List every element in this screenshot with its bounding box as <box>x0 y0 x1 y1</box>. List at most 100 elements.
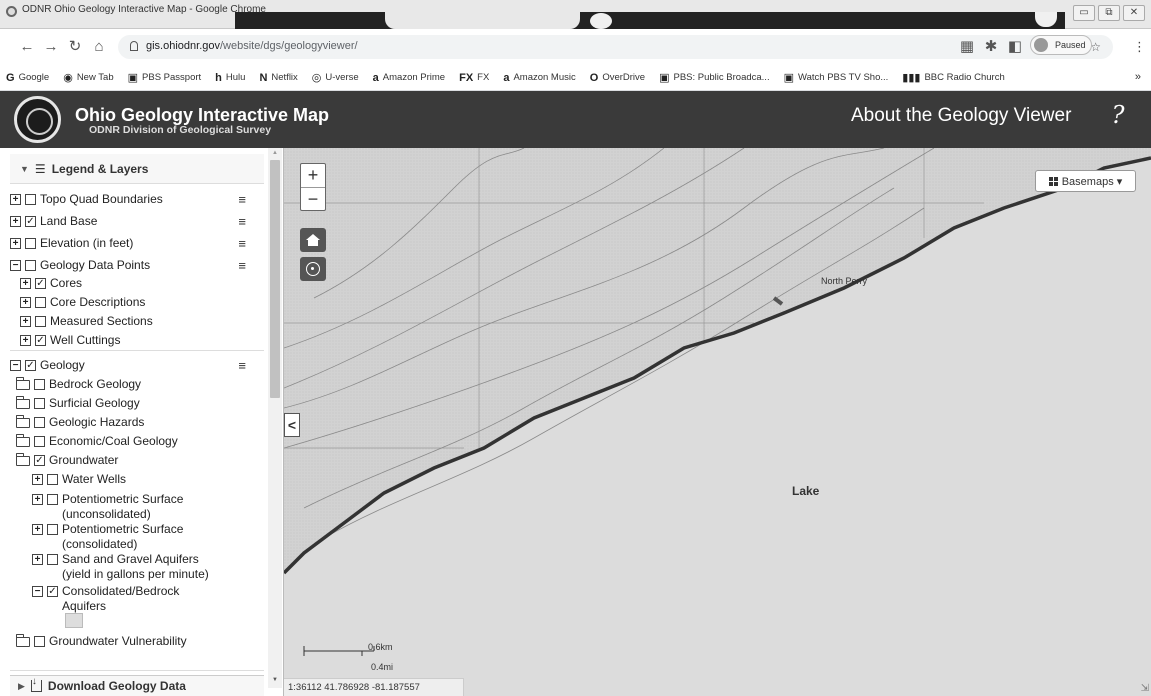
layer-row[interactable]: ✓ Groundwater <box>10 453 264 468</box>
home-button-icon[interactable]: ⌂ <box>90 38 108 56</box>
layer-checkbox[interactable]: ✓ <box>35 278 46 289</box>
bookmark-star-icon[interactable]: ☆ <box>1090 40 1101 54</box>
layer-checkbox[interactable] <box>35 316 46 327</box>
extension-icon[interactable]: ▦ <box>958 38 976 56</box>
expand-plus-icon[interactable]: + <box>10 238 21 249</box>
layer-row[interactable]: + Topo Quad Boundaries ≡ <box>10 192 264 207</box>
expand-plus-icon[interactable]: + <box>20 316 31 327</box>
layer-checkbox[interactable] <box>34 398 45 409</box>
layer-row[interactable]: + Core Descriptions <box>10 295 264 310</box>
layer-row[interactable]: + Measured Sections <box>10 314 264 329</box>
expand-plus-icon[interactable]: + <box>32 554 43 565</box>
bookmarks-overflow-icon[interactable]: » <box>1135 71 1141 83</box>
bookmark-item[interactable]: ◉ New Tab <box>63 71 113 84</box>
layer-menu-icon[interactable]: ≡ <box>238 358 246 373</box>
maximize-button[interactable]: ⧉ <box>1098 5 1120 21</box>
layer-row[interactable]: + ✓ Cores <box>10 276 264 291</box>
layer-row[interactable]: − Geology Data Points ≡ <box>10 258 264 273</box>
folder-icon[interactable] <box>16 415 30 428</box>
download-geology-data-header[interactable]: ▶ Download Geology Data <box>10 675 264 696</box>
bookmark-item[interactable]: G Google <box>6 72 49 84</box>
bookmark-item[interactable]: ▣ PBS: Public Broadca... <box>659 71 770 84</box>
folder-icon[interactable] <box>16 434 30 447</box>
profile-button[interactable]: Paused <box>1030 35 1092 55</box>
layer-row[interactable]: Surficial Geology <box>10 396 264 411</box>
bookmark-item[interactable]: a Amazon Prime <box>373 72 445 84</box>
help-icon[interactable]: ? <box>1105 102 1131 128</box>
active-tab[interactable] <box>385 12 580 29</box>
layer-menu-icon[interactable]: ≡ <box>238 236 246 251</box>
collapse-minus-icon[interactable]: − <box>10 260 21 271</box>
map-view[interactable]: + − < Basemaps ▾ North Perry Lake 0.6km … <box>284 148 1151 696</box>
zoom-in-button[interactable]: + <box>301 164 325 187</box>
bookmark-item[interactable]: N Netflix <box>259 72 297 84</box>
layer-checkbox[interactable] <box>47 524 58 535</box>
folder-icon[interactable] <box>16 453 30 466</box>
chrome-menu-icon[interactable]: ⋮ <box>1133 39 1146 55</box>
layer-row[interactable]: + Potentiometric Surface (consolidated) <box>10 522 264 552</box>
url-text[interactable]: gis.ohiodnr.gov/website/dgs/geologyviewe… <box>146 40 358 52</box>
folder-icon[interactable] <box>16 396 30 409</box>
collapse-caret-icon[interactable]: ▼ <box>20 164 29 174</box>
expand-plus-icon[interactable]: + <box>20 278 31 289</box>
home-extent-button[interactable] <box>300 228 326 252</box>
reload-icon[interactable]: ↻ <box>66 38 84 56</box>
back-icon[interactable]: ← <box>18 38 36 56</box>
collapse-sidebar-button[interactable]: < <box>284 413 300 437</box>
scroll-down-icon[interactable]: ▼ <box>272 677 278 683</box>
expand-plus-icon[interactable]: + <box>32 474 43 485</box>
layer-checkbox[interactable] <box>34 436 45 447</box>
expand-plus-icon[interactable]: + <box>32 494 43 505</box>
layer-row[interactable]: + Sand and Gravel Aquifers (yield in gall… <box>10 552 264 582</box>
tab-search-button[interactable] <box>1035 12 1057 27</box>
collapse-minus-icon[interactable]: − <box>10 360 21 371</box>
layer-checkbox[interactable] <box>25 194 36 205</box>
bookmark-item[interactable]: ▣ Watch PBS TV Sho... <box>784 71 889 84</box>
expand-plus-icon[interactable]: + <box>32 524 43 535</box>
layer-menu-icon[interactable]: ≡ <box>238 192 246 207</box>
expand-plus-icon[interactable]: + <box>20 335 31 346</box>
layer-checkbox[interactable]: ✓ <box>25 216 36 227</box>
locate-button[interactable] <box>300 257 326 281</box>
layer-row[interactable]: Groundwater Vulnerability <box>10 634 264 649</box>
layer-row[interactable]: + Elevation (in feet) ≡ <box>10 236 264 251</box>
layer-checkbox[interactable] <box>47 554 58 565</box>
layer-checkbox[interactable] <box>34 636 45 647</box>
collapse-minus-icon[interactable]: − <box>32 586 43 597</box>
bookmark-item[interactable]: ▮▮▮ BBC Radio Church <box>902 71 1004 84</box>
scroll-up-icon[interactable]: ▲ <box>272 150 278 156</box>
scrollbar-thumb[interactable] <box>270 160 280 398</box>
layer-row[interactable]: + Potentiometric Surface (unconsolidated) <box>10 492 264 522</box>
extensions-puzzle-icon[interactable]: ✱ <box>982 38 1000 56</box>
layer-checkbox[interactable]: ✓ <box>35 335 46 346</box>
layer-checkbox[interactable] <box>47 494 58 505</box>
layer-menu-icon[interactable]: ≡ <box>238 258 246 273</box>
map-canvas[interactable] <box>284 148 1151 696</box>
layer-menu-icon[interactable]: ≡ <box>238 214 246 229</box>
bookmark-item[interactable]: FX FX <box>459 72 489 84</box>
zoom-out-button[interactable]: − <box>301 187 325 210</box>
expand-plus-icon[interactable]: + <box>10 216 21 227</box>
layer-checkbox[interactable]: ✓ <box>47 586 58 597</box>
expand-plus-icon[interactable]: + <box>20 297 31 308</box>
bookmark-item[interactable]: a Amazon Music <box>503 72 575 84</box>
lock-icon[interactable] <box>130 41 138 51</box>
folder-icon[interactable] <box>16 634 30 647</box>
layer-row[interactable]: Economic/Coal Geology <box>10 434 264 449</box>
resize-handle-icon[interactable]: ⇲ <box>1141 683 1149 694</box>
layer-row[interactable]: + ✓ Well Cuttings <box>10 333 264 348</box>
close-button[interactable]: ✕ <box>1123 5 1145 21</box>
expand-caret-icon[interactable]: ▶ <box>18 681 25 692</box>
bookmark-item[interactable]: h Hulu <box>215 72 245 84</box>
bookmark-item[interactable]: ◎ U-verse <box>312 71 359 84</box>
layer-checkbox[interactable] <box>25 260 36 271</box>
forward-icon[interactable]: → <box>42 38 60 56</box>
about-link[interactable]: About the Geology Viewer <box>851 105 1071 127</box>
layer-checkbox[interactable] <box>34 379 45 390</box>
layer-row[interactable]: + Water Wells <box>10 472 264 487</box>
side-panel-icon[interactable]: ◧ <box>1006 38 1024 56</box>
layer-checkbox[interactable] <box>25 238 36 249</box>
layer-row[interactable]: Geologic Hazards <box>10 415 264 430</box>
sidebar-scrollbar[interactable]: ▲ ▼ <box>268 148 282 688</box>
folder-icon[interactable] <box>16 377 30 390</box>
